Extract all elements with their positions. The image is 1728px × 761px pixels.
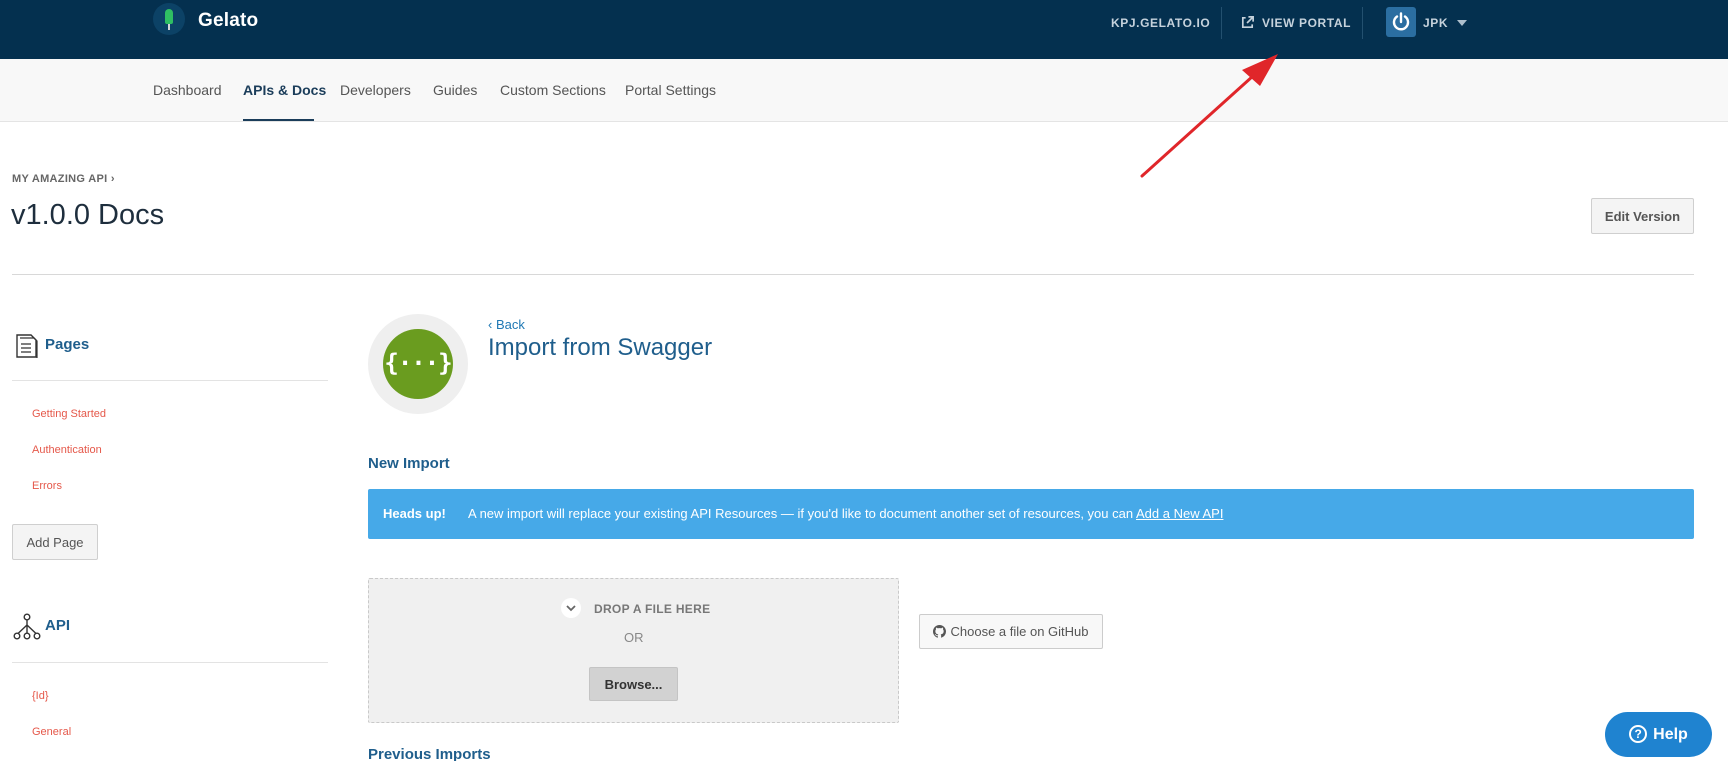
- help-button[interactable]: ? Help: [1605, 712, 1712, 757]
- alert-message: A new import will replace your existing …: [468, 506, 1223, 521]
- edit-version-button[interactable]: Edit Version: [1591, 198, 1694, 234]
- drop-file-label: DROP A FILE HERE: [594, 602, 711, 616]
- power-icon: [1392, 12, 1410, 31]
- browse-button[interactable]: Browse...: [589, 667, 678, 701]
- sidebar-item-errors[interactable]: Errors: [32, 480, 62, 492]
- portal-domain-link[interactable]: KPJ.GELATO.IO: [1111, 16, 1210, 30]
- api-heading[interactable]: API: [45, 617, 70, 634]
- tab-developers[interactable]: Developers: [340, 82, 411, 98]
- add-page-button[interactable]: Add Page: [12, 524, 98, 560]
- divider: [12, 662, 328, 663]
- sidebar-item-getting-started[interactable]: Getting Started: [32, 408, 106, 420]
- annotation-arrow-icon: [1140, 54, 1278, 178]
- popsicle-stick: [168, 24, 170, 30]
- brand-name[interactable]: Gelato: [198, 10, 258, 32]
- view-portal-link[interactable]: VIEW PORTAL: [1262, 16, 1351, 30]
- alert-text: A new import will replace your existing …: [468, 506, 1134, 521]
- tab-guides[interactable]: Guides: [433, 82, 477, 98]
- previous-imports-heading: Previous Imports: [368, 746, 491, 761]
- divider: [1221, 7, 1222, 39]
- page-title: v1.0.0 Docs: [11, 199, 165, 231]
- question-icon: ?: [1629, 725, 1648, 743]
- pages-heading[interactable]: Pages: [45, 336, 89, 353]
- top-navbar: Gelato KPJ.GELATO.IO VIEW PORTAL JPK: [0, 0, 1728, 59]
- heads-up-alert: Heads up! A new import will replace your…: [368, 489, 1694, 539]
- popsicle-icon: [165, 9, 173, 24]
- github-button-label: Choose a file on GitHub: [950, 624, 1089, 639]
- swagger-glyph: {···}: [384, 349, 452, 377]
- file-dropzone[interactable]: [368, 578, 899, 723]
- secondary-nav: Dashboard APIs & Docs Developers Guides …: [0, 59, 1728, 122]
- divider: [12, 380, 328, 381]
- user-menu-label[interactable]: JPK: [1423, 16, 1448, 30]
- choose-github-file-button[interactable]: Choose a file on GitHub: [919, 614, 1103, 649]
- chevron-down-icon[interactable]: [1457, 20, 1467, 26]
- add-new-api-link[interactable]: Add a New API: [1136, 506, 1223, 521]
- tab-portal-settings[interactable]: Portal Settings: [625, 82, 716, 98]
- sidebar-item-general[interactable]: General: [32, 726, 71, 738]
- breadcrumb[interactable]: MY AMAZING API ›: [12, 173, 115, 185]
- tab-custom-sections[interactable]: Custom Sections: [500, 82, 606, 98]
- chevron-down-icon: [561, 598, 581, 618]
- active-tab-indicator: [243, 119, 314, 121]
- tab-apis-docs[interactable]: APIs & Docs: [243, 82, 326, 98]
- avatar[interactable]: [1386, 7, 1416, 37]
- github-icon: [933, 625, 947, 638]
- alert-title: Heads up!: [383, 506, 446, 521]
- tab-dashboard[interactable]: Dashboard: [153, 82, 222, 98]
- sidebar-item-authentication[interactable]: Authentication: [32, 444, 102, 456]
- or-label: OR: [624, 630, 644, 645]
- sidebar-item-id[interactable]: {Id}: [32, 690, 49, 702]
- import-title: Import from Swagger: [488, 334, 713, 361]
- divider: [1362, 7, 1363, 39]
- api-network-icon: [13, 613, 41, 640]
- external-link-icon: [1241, 16, 1254, 29]
- help-label: Help: [1653, 726, 1688, 743]
- back-link[interactable]: ‹ Back: [488, 317, 525, 332]
- new-import-heading: New Import: [368, 455, 450, 472]
- divider: [12, 274, 1694, 275]
- document-icon: [16, 334, 38, 358]
